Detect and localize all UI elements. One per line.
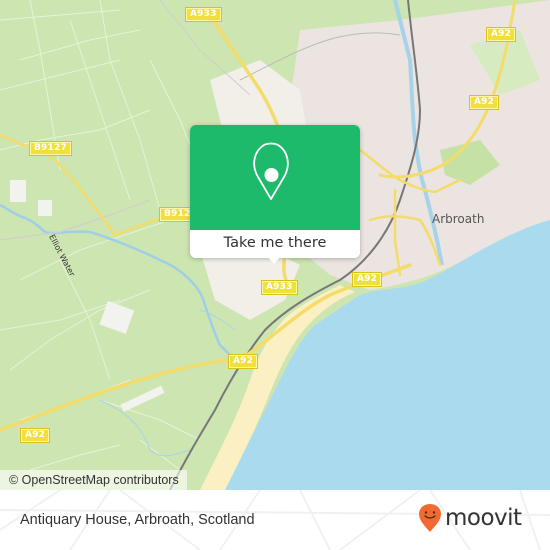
moovit-smile-pin-icon <box>419 504 441 532</box>
map-view[interactable]: A933 A92 A92 B9127 B912 A933 A92 A92 A92… <box>0 0 550 490</box>
location-pin-icon <box>253 142 289 200</box>
stream <box>199 309 236 331</box>
road-label-a92-mid: A92 <box>227 354 259 369</box>
road-label-a92-sw: A92 <box>19 428 51 443</box>
road-label-a933-south: A933 <box>261 280 298 295</box>
popup-pointer <box>267 256 281 264</box>
road-label-a92-east: A92 <box>468 95 500 110</box>
road-label-b9127-west: B9127 <box>29 141 72 156</box>
brand-name: moovit <box>445 505 522 531</box>
road-label-a933-north: A933 <box>185 7 222 22</box>
road-label-a92-arbroath: A92 <box>351 272 383 287</box>
destination-popup: Take me there <box>190 125 360 264</box>
take-me-there-button[interactable]: Take me there <box>190 230 360 258</box>
town-label-arbroath: Arbroath <box>432 212 485 226</box>
popup-header <box>190 125 360 230</box>
moovit-logo[interactable]: moovit <box>417 503 522 533</box>
place-title: Antiquary House, Arbroath, Scotland <box>20 512 255 528</box>
footer-bar: Antiquary House, Arbroath, Scotland moov… <box>0 490 550 550</box>
road-label-a92-ne: A92 <box>485 27 517 42</box>
map-attribution[interactable]: © OpenStreetMap contributors <box>0 470 187 490</box>
